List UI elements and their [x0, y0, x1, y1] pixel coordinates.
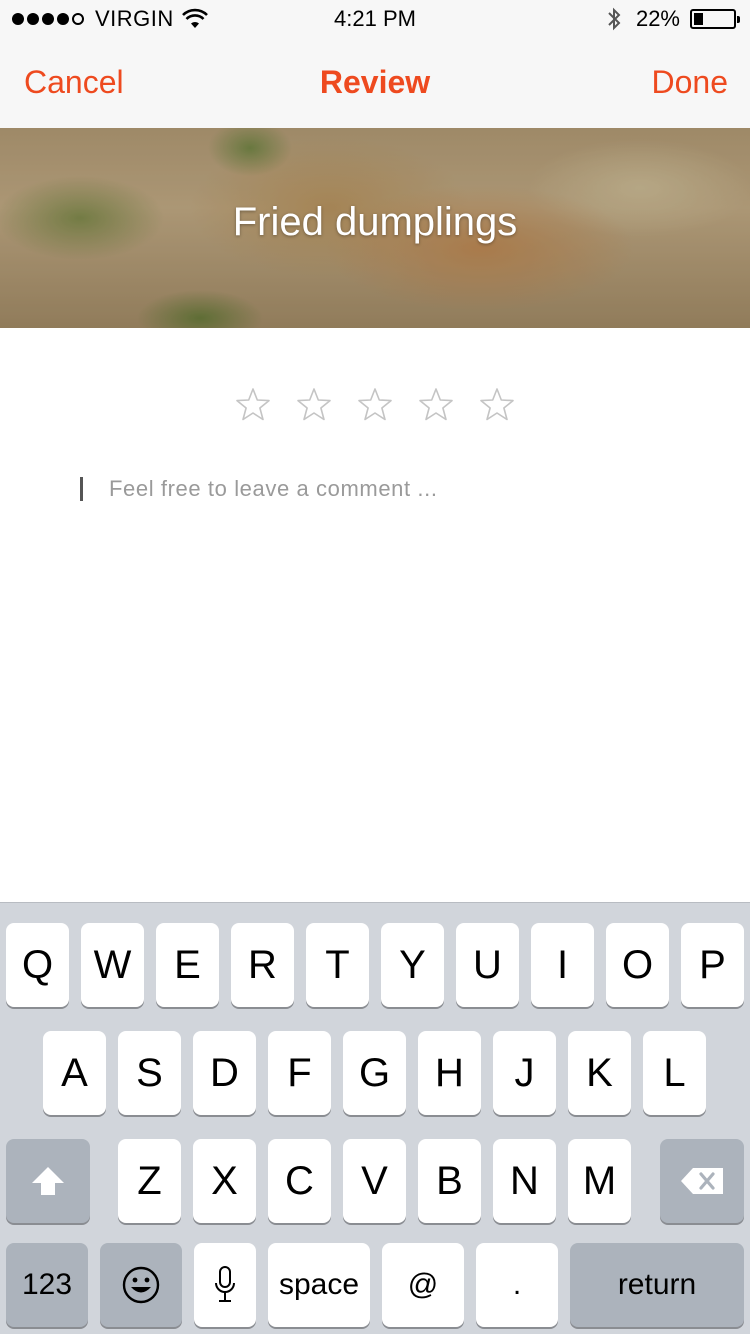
star-icon[interactable] — [356, 386, 394, 424]
dish-title: Fried dumplings — [232, 200, 518, 244]
battery-icon — [690, 9, 740, 29]
battery-percentage: 22% — [635, 6, 680, 31]
letter-key[interactable]: N — [493, 1139, 556, 1223]
battery-fill — [694, 13, 704, 25]
space-key[interactable]: space — [268, 1243, 370, 1327]
star-rating — [0, 386, 750, 424]
comment-input[interactable] — [109, 472, 680, 506]
status-right: 22% — [606, 6, 740, 32]
delete-icon — [681, 1168, 723, 1194]
letter-key[interactable]: M — [568, 1139, 631, 1223]
letter-key[interactable]: Y — [381, 923, 444, 1007]
return-key[interactable]: return — [570, 1243, 744, 1327]
letter-key[interactable]: L — [643, 1031, 706, 1115]
microphone-icon — [215, 1266, 235, 1302]
status-bar: VIRGIN 4:21 PM 22% — [0, 0, 750, 40]
letter-key[interactable]: E — [156, 923, 219, 1007]
done-button[interactable]: Done — [652, 64, 729, 101]
star-icon[interactable] — [295, 386, 333, 424]
letter-key[interactable]: D — [193, 1031, 256, 1115]
at-key[interactable]: @ — [382, 1243, 464, 1327]
shift-key[interactable] — [6, 1139, 90, 1223]
dish-hero-image: Fried dumplings — [0, 128, 750, 328]
text-cursor — [80, 477, 83, 501]
letter-key[interactable]: V — [343, 1139, 406, 1223]
keyboard: 123 space @ . return QWERTYUIOP ASDFGHJKL… — [0, 902, 750, 1334]
letter-key[interactable]: C — [268, 1139, 331, 1223]
shift-icon — [32, 1167, 64, 1195]
letter-key[interactable]: R — [231, 923, 294, 1007]
letter-key[interactable]: G — [343, 1031, 406, 1115]
letter-key[interactable]: S — [118, 1031, 181, 1115]
dictation-key[interactable] — [194, 1243, 256, 1327]
star-icon[interactable] — [234, 386, 272, 424]
navigation-bar: Cancel Review Done — [0, 40, 750, 128]
emoji-icon — [122, 1266, 160, 1304]
comment-field[interactable] — [80, 472, 680, 506]
letter-key[interactable]: Q — [6, 923, 69, 1007]
letter-key[interactable]: Z — [118, 1139, 181, 1223]
letter-key[interactable]: X — [193, 1139, 256, 1223]
letter-key[interactable]: U — [456, 923, 519, 1007]
letter-key[interactable]: K — [568, 1031, 631, 1115]
delete-key[interactable] — [660, 1139, 744, 1223]
letter-key[interactable]: H — [418, 1031, 481, 1115]
star-icon[interactable] — [478, 386, 516, 424]
star-icon[interactable] — [417, 386, 455, 424]
letter-key[interactable]: I — [531, 923, 594, 1007]
letter-key[interactable]: F — [268, 1031, 331, 1115]
letter-key[interactable]: J — [493, 1031, 556, 1115]
cancel-button[interactable]: Cancel — [24, 64, 124, 101]
period-key[interactable]: . — [476, 1243, 558, 1327]
letter-key[interactable]: P — [681, 923, 744, 1007]
numbers-key[interactable]: 123 — [6, 1243, 88, 1327]
emoji-key[interactable] — [100, 1243, 182, 1327]
bluetooth-icon — [608, 7, 621, 31]
letter-key[interactable]: A — [43, 1031, 106, 1115]
letter-key[interactable]: W — [81, 923, 144, 1007]
letter-key[interactable]: O — [606, 923, 669, 1007]
letter-key[interactable]: T — [306, 923, 369, 1007]
letter-key[interactable]: B — [418, 1139, 481, 1223]
